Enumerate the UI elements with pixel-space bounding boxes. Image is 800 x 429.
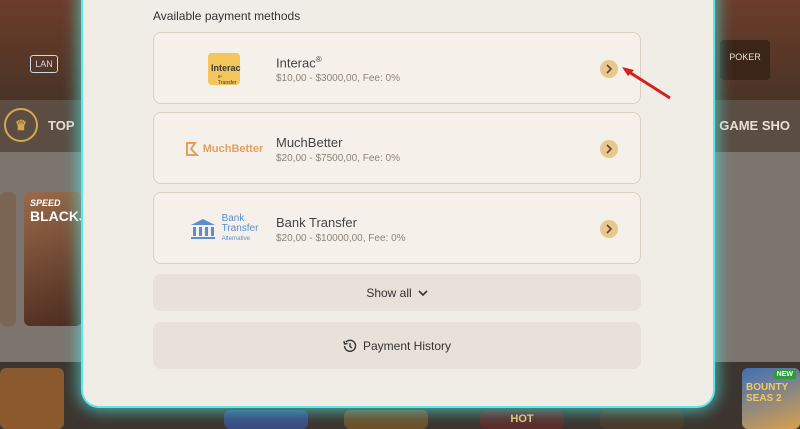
game-tile[interactable]	[224, 410, 308, 429]
crown-icon: ♛	[4, 108, 38, 142]
logo-subtext: e-Transfer	[218, 74, 237, 86]
payment-history-button[interactable]: Payment History	[153, 322, 641, 369]
interac-logo: Interac e-Transfer	[169, 33, 279, 105]
game-tile-bounty-seas[interactable]: NEW BOUNTY SEAS 2	[742, 368, 800, 429]
deposit-modal: Available payment methods Interac e-Tran…	[83, 0, 713, 406]
history-icon	[343, 339, 357, 352]
method-limits: $20,00 - $7500,00, Fee: 0%	[276, 153, 400, 164]
method-limits: $10,00 - $3000,00, Fee: 0%	[276, 73, 400, 84]
muchbetter-mark-icon	[185, 142, 199, 156]
game-tile-speed-blackjack[interactable]: SPEED BLACKJA	[24, 192, 82, 326]
payment-method-bank-transfer[interactable]: Bank Transfer Alternative Bank Transfer …	[153, 192, 641, 264]
show-all-label: Show all	[366, 285, 412, 300]
tile-title: BOUNTY SEAS 2	[746, 382, 789, 404]
muchbetter-logo: MuchBetter	[169, 113, 279, 185]
tile-title: HOT	[510, 413, 534, 425]
method-limits: $20,00 - $10000,00, Fee: 0%	[276, 233, 406, 244]
chevron-down-icon	[418, 289, 428, 296]
method-name: Interac®	[276, 55, 322, 71]
payment-history-label: Payment History	[362, 338, 452, 353]
chevron-right-icon[interactable]	[600, 140, 618, 158]
game-tile[interactable]	[600, 410, 684, 429]
tile-title: BLACKJA	[30, 208, 82, 224]
new-badge: NEW	[773, 370, 796, 379]
logo-subtext: Alternative	[221, 236, 250, 242]
game-tile-hot[interactable]: HOT	[480, 410, 564, 429]
game-tile[interactable]	[0, 368, 64, 429]
method-name: MuchBetter	[276, 135, 343, 150]
method-name: Bank Transfer	[276, 215, 357, 230]
chevron-right-icon[interactable]	[600, 60, 618, 78]
nav-top-item[interactable]: ♛ TOP	[4, 108, 75, 142]
nav-top-label: TOP	[48, 117, 75, 133]
tile-subtitle: SPEED	[30, 198, 61, 208]
game-tile[interactable]	[0, 192, 16, 326]
registered-mark: ®	[315, 55, 322, 64]
lan-sign: LAN	[30, 55, 58, 73]
logo-text: Transfer	[221, 223, 259, 234]
payment-method-muchbetter[interactable]: MuchBetter MuchBetter $20,00 - $7500,00,…	[153, 112, 641, 184]
annotation-arrow-icon	[622, 67, 671, 100]
bank-transfer-logo: Bank Transfer Alternative	[169, 193, 279, 265]
chevron-right-icon[interactable]	[600, 220, 618, 238]
game-tile[interactable]	[344, 410, 428, 429]
nav-game-shows-label: GAME SHO	[719, 117, 790, 133]
bank-icon	[190, 219, 215, 239]
poker-sign: POKER	[720, 40, 770, 80]
section-title: Available payment methods	[153, 9, 301, 23]
show-all-button[interactable]: Show all	[153, 274, 641, 311]
logo-text: MuchBetter	[202, 143, 264, 155]
logo-text: Interac	[211, 63, 241, 73]
payment-method-interac[interactable]: Interac e-Transfer Interac® $10,00 - $30…	[153, 32, 641, 104]
